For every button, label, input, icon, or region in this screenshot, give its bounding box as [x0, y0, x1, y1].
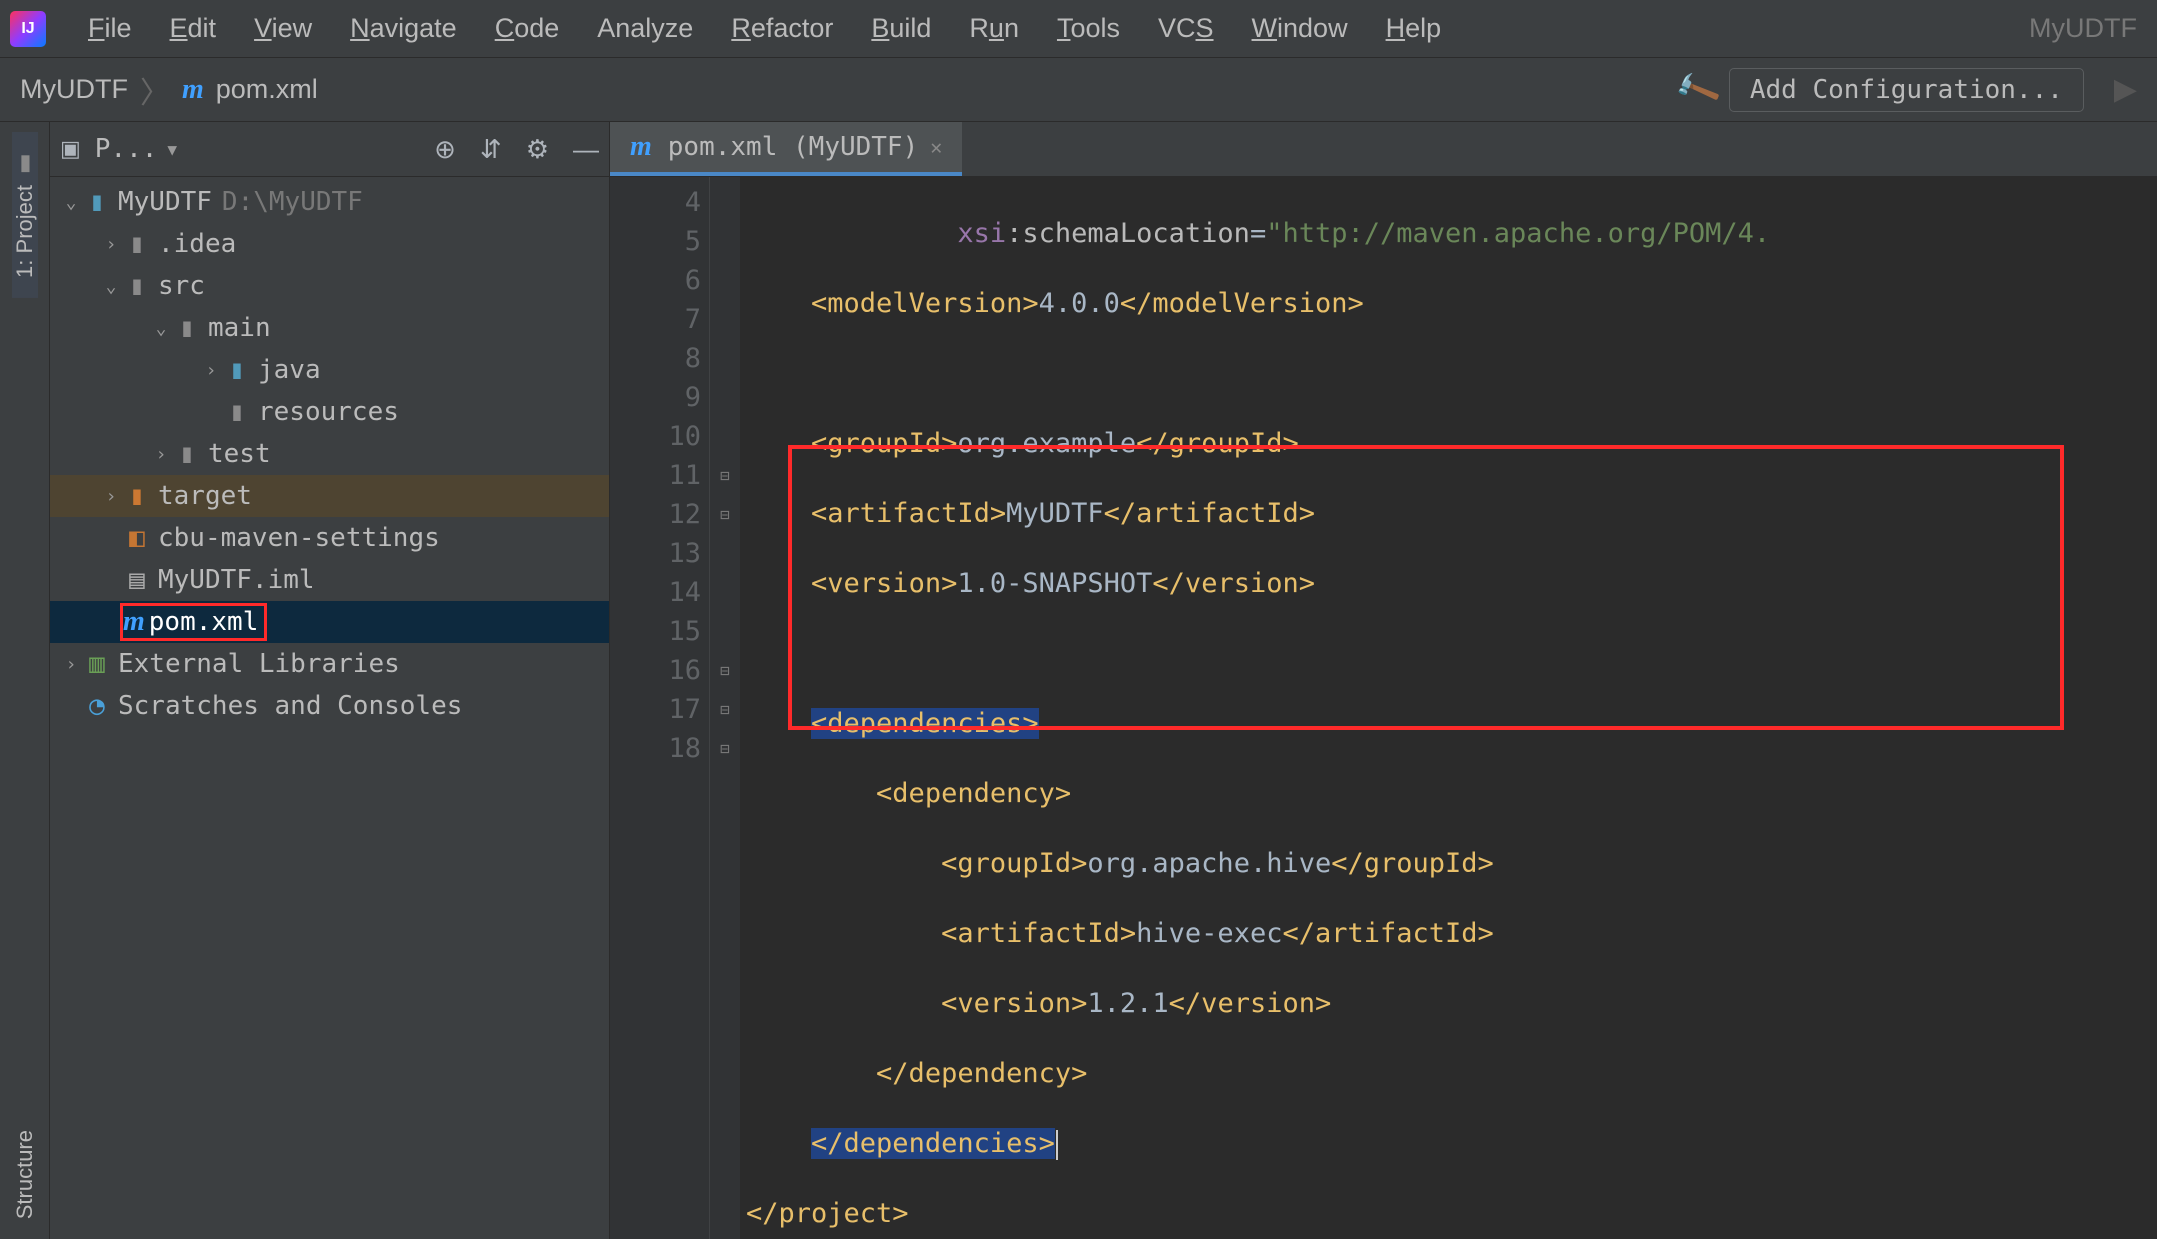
chevron-right-icon: 〉 — [140, 68, 170, 112]
menu-navigate[interactable]: Navigate — [334, 7, 473, 50]
tree-resources[interactable]: ▮resources — [50, 391, 609, 433]
menu-file[interactable]: File — [72, 7, 148, 50]
tree-iml[interactable]: ▤MyUDTF.iml — [50, 559, 609, 601]
file-icon: ▤ — [122, 565, 152, 595]
collapse-all-icon[interactable]: ⇵ — [480, 134, 502, 165]
maven-icon: m — [630, 131, 652, 163]
tree-java[interactable]: ›▮java — [50, 349, 609, 391]
menu-run[interactable]: Run — [953, 7, 1035, 50]
run-configuration-select[interactable]: Add Configuration... — [1729, 68, 2084, 112]
close-tab-icon[interactable]: ✕ — [930, 135, 942, 159]
resources-folder-icon: ▮ — [222, 397, 252, 427]
structure-tool-button[interactable]: Structure — [12, 1110, 38, 1239]
line-gutter: 456 789 101112 131415 161718 — [610, 177, 710, 1239]
left-tool-strip: 1: Project ▮ Structure — [0, 122, 50, 1239]
menu-code[interactable]: Code — [479, 7, 576, 50]
minimize-icon[interactable]: — — [573, 134, 599, 165]
excluded-folder-icon: ▮ — [122, 481, 152, 511]
breadcrumb-file[interactable]: m pom.xml — [182, 74, 318, 106]
folder-icon: ▮ — [12, 152, 38, 177]
main-menu-bar: IJ File Edit View Navigate Code Analyze … — [0, 0, 2157, 58]
project-panel: ▣ P...▼ ⊕ ⇵ ⚙ — ⌄ ▮ MyUDTF D:\MyUDTF ›▮.… — [50, 122, 610, 1239]
fold-icon[interactable]: ⊟ — [710, 495, 740, 534]
code-editor[interactable]: 456 789 101112 131415 161718 ⊟ ⊟ ⊟ ⊟ ⊟ x… — [610, 177, 2157, 1239]
folder-icon: ▮ — [122, 271, 152, 301]
tree-main[interactable]: ⌄▮main — [50, 307, 609, 349]
menu-refactor[interactable]: Refactor — [715, 7, 849, 50]
module-icon: ▮ — [82, 187, 112, 217]
project-name-label: MyUDTF — [2029, 13, 2147, 44]
run-icon[interactable]: ▶ — [2114, 72, 2137, 107]
project-panel-header: ▣ P...▼ ⊕ ⇵ ⚙ — — [50, 122, 609, 177]
menu-window[interactable]: Window — [1236, 7, 1364, 50]
tree-external-libraries[interactable]: ›▥External Libraries — [50, 643, 609, 685]
text-caret — [1056, 1130, 1058, 1160]
tree-idea[interactable]: ›▮.idea — [50, 223, 609, 265]
menu-tools[interactable]: Tools — [1041, 7, 1136, 50]
window-icon: ▣ — [60, 136, 81, 162]
build-icon[interactable]: 🔨 — [1671, 64, 1723, 115]
xml-file-icon: ◧ — [122, 523, 152, 553]
project-view-selector[interactable]: P...▼ — [95, 134, 177, 164]
navigation-bar: MyUDTF 〉 m pom.xml 🔨 Add Configuration..… — [0, 58, 2157, 122]
editor-area: m pom.xml (MyUDTF) ✕ 456 789 101112 1314… — [610, 122, 2157, 1239]
folder-icon: ▮ — [172, 439, 202, 469]
source-folder-icon: ▮ — [222, 355, 252, 385]
menu-view[interactable]: View — [238, 7, 328, 50]
tree-test[interactable]: ›▮test — [50, 433, 609, 475]
project-tool-button[interactable]: 1: Project ▮ — [12, 132, 38, 298]
tree-src[interactable]: ⌄▮src — [50, 265, 609, 307]
tree-scratches[interactable]: ◔Scratches and Consoles — [50, 685, 609, 727]
fold-end-icon[interactable]: ⊟ — [710, 690, 740, 729]
menu-analyze[interactable]: Analyze — [581, 7, 709, 50]
gear-icon[interactable]: ⚙ — [526, 134, 549, 165]
locate-icon[interactable]: ⊕ — [434, 134, 456, 165]
breadcrumb-project[interactable]: MyUDTF — [20, 74, 128, 105]
app-icon: IJ — [10, 11, 46, 47]
tree-target[interactable]: ›▮target — [50, 475, 609, 517]
menu-build[interactable]: Build — [855, 7, 947, 50]
folder-icon: ▮ — [172, 313, 202, 343]
project-tree[interactable]: ⌄ ▮ MyUDTF D:\MyUDTF ›▮.idea ⌄▮src ⌄▮mai… — [50, 177, 609, 1239]
fold-end-icon[interactable]: ⊟ — [710, 651, 740, 690]
maven-icon: m — [182, 74, 204, 106]
scratches-icon: ◔ — [82, 691, 112, 721]
menu-vcs[interactable]: VCS — [1142, 7, 1230, 50]
code-content[interactable]: xsi:schemaLocation="http://maven.apache.… — [740, 177, 2157, 1239]
maven-icon: m — [123, 606, 145, 638]
tree-root[interactable]: ⌄ ▮ MyUDTF D:\MyUDTF — [50, 181, 609, 223]
tree-cbu[interactable]: ◧cbu-maven-settings — [50, 517, 609, 559]
menu-help[interactable]: Help — [1370, 7, 1458, 50]
fold-icon[interactable]: ⊟ — [710, 456, 740, 495]
menu-edit[interactable]: Edit — [154, 7, 233, 50]
libraries-icon: ▥ — [82, 649, 112, 679]
editor-tabs: m pom.xml (MyUDTF) ✕ — [610, 122, 2157, 177]
editor-tab-pom[interactable]: m pom.xml (MyUDTF) ✕ — [610, 122, 962, 176]
fold-end-icon[interactable]: ⊟ — [710, 729, 740, 768]
tree-pom[interactable]: m pom.xml — [50, 601, 609, 643]
folder-icon: ▮ — [122, 229, 152, 259]
fold-column[interactable]: ⊟ ⊟ ⊟ ⊟ ⊟ — [710, 177, 740, 1239]
